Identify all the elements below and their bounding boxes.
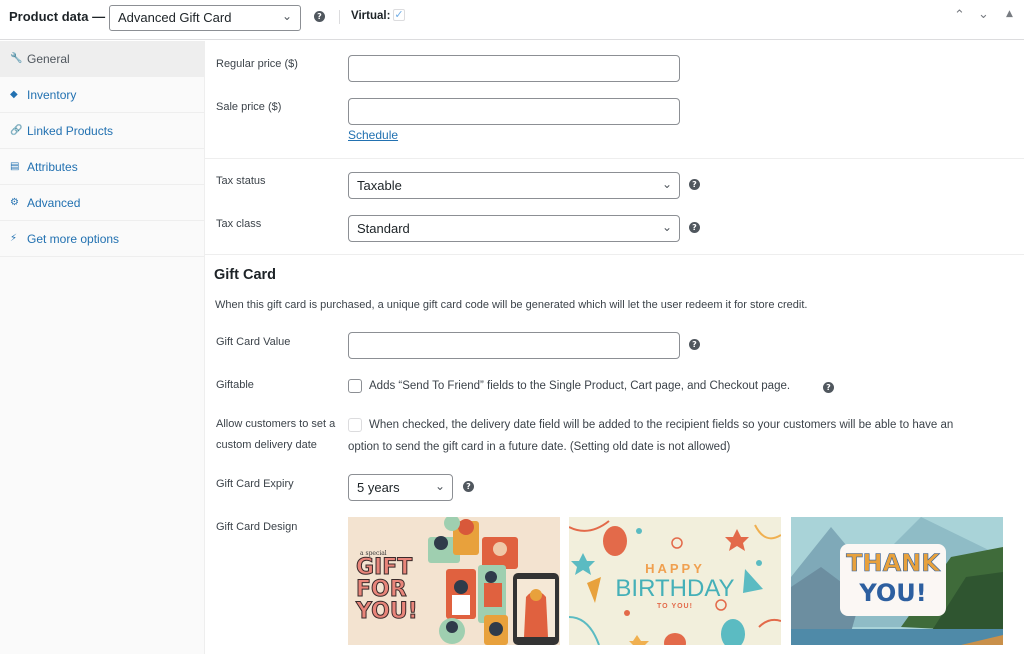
sidebar-item-label: Attributes bbox=[27, 159, 78, 174]
help-icon[interactable]: ? bbox=[689, 222, 700, 233]
schedule-link[interactable]: Schedule bbox=[348, 128, 398, 142]
tax-status-value: Taxable bbox=[357, 178, 402, 193]
expiry-label: Gift Card Expiry bbox=[216, 478, 294, 490]
product-type-select[interactable]: Advanced Gift Card ⌄ bbox=[109, 5, 301, 31]
link-icon: 🔗 bbox=[10, 125, 23, 136]
gift-card-value-input[interactable] bbox=[348, 332, 680, 359]
sidebar-item-advanced[interactable]: ⚙ Advanced bbox=[0, 185, 204, 221]
sidebar-item-general[interactable]: 🔧 General bbox=[0, 41, 204, 77]
pricing-section: Regular price ($) Sale price ($) Schedul… bbox=[205, 41, 1024, 159]
table-icon: ▤ bbox=[10, 161, 20, 172]
virtual-label: Virtual: bbox=[351, 10, 391, 22]
tag-icon: ◆ bbox=[10, 89, 18, 100]
sidebar-item-label: General bbox=[27, 51, 70, 66]
help-icon[interactable]: ? bbox=[823, 382, 834, 393]
gift-card-value-label: Gift Card Value bbox=[216, 336, 291, 348]
sale-price-input[interactable] bbox=[348, 98, 680, 125]
design-option-gift-for-you[interactable]: a special GIFT FOR YOU! bbox=[348, 517, 560, 645]
delivery-date-checkbox[interactable] bbox=[348, 418, 362, 432]
design-line: YOU! bbox=[356, 599, 419, 624]
plug-icon: ⚡ bbox=[10, 233, 18, 244]
collapse-toggle-icon[interactable]: ▲ bbox=[1006, 9, 1013, 19]
regular-price-input[interactable] bbox=[348, 55, 680, 82]
virtual-checkbox[interactable]: ✓ bbox=[393, 9, 405, 21]
divider bbox=[339, 10, 340, 24]
design-label: Gift Card Design bbox=[216, 521, 298, 533]
tax-section: Tax status Taxable ⌄ ? Tax class Standar… bbox=[205, 159, 1024, 255]
chevron-down-icon: ⌄ bbox=[661, 220, 672, 234]
wrench-icon: 🔧 bbox=[10, 53, 23, 64]
tax-class-value: Standard bbox=[357, 221, 410, 236]
help-icon[interactable]: ? bbox=[314, 11, 325, 22]
design-line: TO YOU! bbox=[657, 603, 693, 610]
sale-price-label: Sale price ($) bbox=[216, 101, 282, 113]
design-line: BIRTHDAY bbox=[615, 575, 735, 602]
chevron-down-icon: ⌄ bbox=[661, 177, 672, 191]
tax-class-label: Tax class bbox=[216, 218, 262, 230]
design-line: THANK bbox=[846, 549, 940, 578]
delivery-date-label-line1: Allow customers to set a bbox=[216, 418, 336, 430]
help-icon[interactable]: ? bbox=[689, 179, 700, 190]
giftable-label: Giftable bbox=[216, 379, 254, 391]
sidebar-item-label: Advanced bbox=[27, 195, 81, 210]
tax-status-select[interactable]: Taxable ⌄ bbox=[348, 172, 680, 199]
product-data-header: Product data — Advanced Gift Card ⌄ ? Vi… bbox=[0, 0, 1024, 40]
gear-icon: ⚙ bbox=[10, 197, 19, 208]
delivery-date-description-line2: option to send the gift card in a future… bbox=[348, 441, 731, 453]
design-option-thank-you[interactable]: THANK YOU! bbox=[791, 517, 1003, 645]
chevron-down-icon: ⌄ bbox=[281, 9, 292, 23]
product-data-title: Product data — bbox=[9, 9, 106, 24]
general-panel: Regular price ($) Sale price ($) Schedul… bbox=[205, 41, 1024, 654]
giftable-checkbox[interactable] bbox=[348, 379, 362, 393]
move-up-icon[interactable]: ⌃ bbox=[954, 8, 965, 23]
gift-card-heading: Gift Card bbox=[214, 267, 277, 283]
design-line: HAPPY bbox=[645, 561, 705, 576]
design-line: GIFT bbox=[355, 555, 413, 580]
move-down-icon[interactable]: ⌄ bbox=[978, 7, 989, 22]
giftable-description: Adds “Send To Friend” fields to the Sing… bbox=[369, 380, 791, 392]
expiry-select[interactable]: 5 years ⌄ bbox=[348, 474, 453, 501]
tax-class-select[interactable]: Standard ⌄ bbox=[348, 215, 680, 242]
expiry-value: 5 years bbox=[357, 480, 400, 495]
chevron-down-icon: ⌄ bbox=[434, 479, 445, 493]
sidebar-item-get-more-options[interactable]: ⚡ Get more options bbox=[0, 221, 204, 257]
sidebar-item-attributes[interactable]: ▤ Attributes bbox=[0, 149, 204, 185]
sidebar-item-linked-products[interactable]: 🔗 Linked Products bbox=[0, 113, 204, 149]
design-line: YOU! bbox=[859, 579, 927, 607]
sidebar-item-label: Linked Products bbox=[27, 123, 114, 138]
product-data-tabs: 🔧 General ◆ Inventory 🔗 Linked Products … bbox=[0, 41, 205, 654]
help-icon[interactable]: ? bbox=[689, 339, 700, 350]
product-type-value: Advanced Gift Card bbox=[118, 10, 232, 25]
regular-price-label: Regular price ($) bbox=[216, 58, 298, 70]
gift-card-description: When this gift card is purchased, a uniq… bbox=[215, 299, 808, 311]
delivery-date-description-line1: When checked, the delivery date field wi… bbox=[369, 419, 954, 431]
sidebar-item-inventory[interactable]: ◆ Inventory bbox=[0, 77, 204, 113]
design-line: FOR bbox=[356, 577, 408, 602]
design-option-happy-birthday[interactable]: HAPPY BIRTHDAY TO YOU! bbox=[569, 517, 781, 645]
help-icon[interactable]: ? bbox=[463, 481, 474, 492]
sidebar-item-label: Get more options bbox=[27, 231, 120, 246]
delivery-date-label-line2: custom delivery date bbox=[216, 439, 317, 451]
tax-status-label: Tax status bbox=[216, 175, 266, 187]
sidebar-item-label: Inventory bbox=[27, 87, 77, 102]
